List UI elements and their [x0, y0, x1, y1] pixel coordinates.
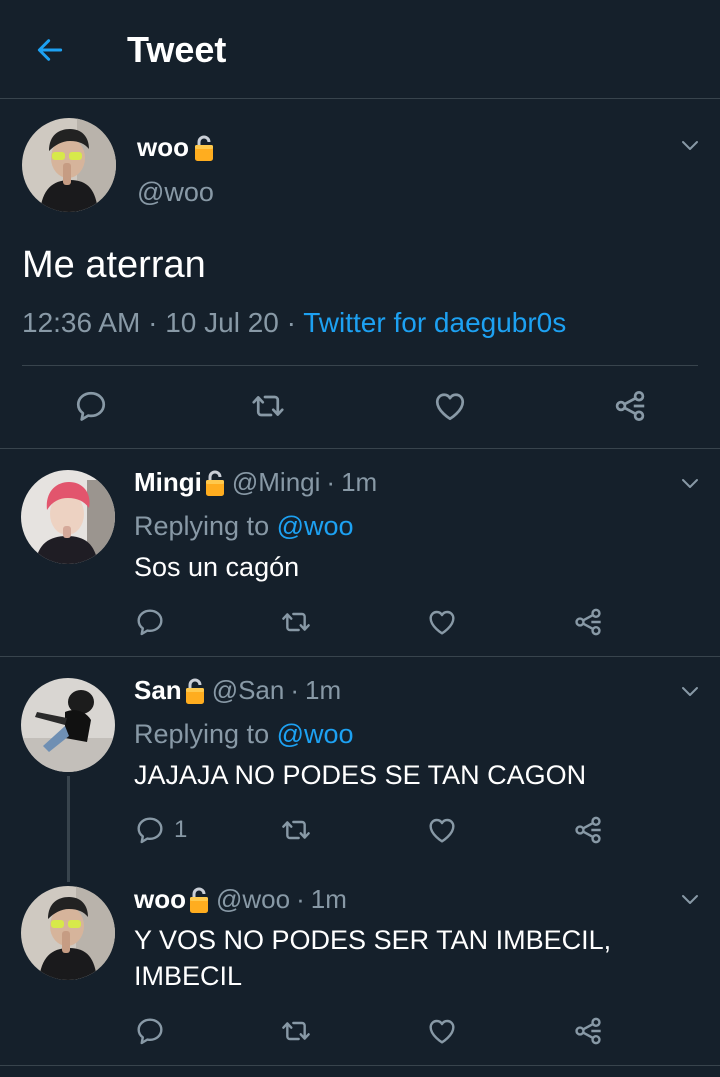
reply-text: JAJAJA NO PODES SE TAN CAGON: [134, 760, 587, 790]
share-button[interactable]: [572, 606, 604, 638]
meta-separator: ·: [286, 307, 296, 338]
arrow-left-icon: [37, 39, 63, 61]
like-icon: [432, 388, 468, 424]
reply-icon: [134, 1015, 166, 1047]
replying-to-link[interactable]: @woo: [277, 719, 354, 749]
reply-button[interactable]: [73, 388, 109, 424]
reply-icon: [134, 606, 166, 638]
author-handle[interactable]: @woo: [137, 177, 214, 208]
retweet-icon: [279, 814, 313, 846]
reply-author-line[interactable]: woo @woo · 1m: [134, 884, 347, 915]
chevron-down-icon[interactable]: [678, 679, 702, 703]
chevron-down-icon[interactable]: [678, 133, 702, 157]
replying-to-link[interactable]: @woo: [277, 511, 354, 541]
share-button[interactable]: [572, 1015, 604, 1047]
share-icon: [572, 1015, 604, 1047]
name-separator: ·: [290, 675, 300, 705]
top-bar: Tweet: [0, 0, 720, 99]
replying-to: Replying to @woo: [134, 511, 354, 542]
replying-label: Replying to: [134, 719, 270, 749]
like-button[interactable]: [426, 814, 458, 846]
avatar[interactable]: [21, 470, 115, 564]
reply-author-line[interactable]: Mingi @Mingi · 1m: [134, 467, 377, 498]
like-button[interactable]: [426, 606, 458, 638]
retweet-button[interactable]: [279, 814, 313, 846]
reply-text: Y VOS NO PODES SER TAN IMBECIL, IMBECIL: [134, 925, 612, 991]
reply-icon: [73, 388, 109, 424]
chevron-down-icon[interactable]: [678, 471, 702, 495]
reply-author-name: San: [134, 675, 182, 705]
divider: [22, 365, 698, 366]
reply-author-name: woo: [134, 884, 186, 914]
lock-icon: [193, 133, 215, 163]
retweet-button[interactable]: [279, 1015, 313, 1047]
name-separator: ·: [326, 467, 336, 497]
like-icon: [426, 814, 458, 846]
retweet-button[interactable]: [279, 606, 313, 638]
reply-author-handle: @woo: [216, 884, 291, 914]
reply-time: 1m: [310, 884, 347, 914]
chevron-down-icon[interactable]: [678, 887, 702, 911]
divider: [0, 1065, 720, 1066]
reply-button[interactable]: [134, 606, 174, 638]
avatar[interactable]: [22, 118, 116, 212]
tweet-time: 12:36 AM: [22, 307, 141, 338]
divider: [0, 448, 720, 449]
reply-time: 1m: [305, 675, 342, 705]
like-icon: [426, 606, 458, 638]
tweet-text: Me aterran: [22, 244, 206, 286]
share-icon: [612, 388, 648, 424]
tweet-date: 10 Jul 20: [165, 307, 279, 338]
reply-button[interactable]: 1: [134, 814, 187, 846]
tweet-meta: 12:36 AM · 10 Jul 20 · Twitter for daegu…: [22, 307, 566, 339]
reply-icon: [134, 814, 166, 846]
like-button[interactable]: [426, 1015, 458, 1047]
lock-icon: [204, 468, 226, 498]
reply-author-line[interactable]: San @San · 1m: [134, 675, 341, 706]
tweet-source-link[interactable]: Twitter for daegubr0s: [303, 307, 566, 338]
retweet-icon: [279, 606, 313, 638]
reply-text: Sos un cagón: [134, 552, 300, 582]
page-title: Tweet: [127, 29, 227, 70]
share-icon: [572, 814, 604, 846]
reply-author-handle: @Mingi: [231, 467, 321, 497]
retweet-button[interactable]: [249, 388, 287, 424]
lock-icon: [184, 676, 206, 706]
share-button[interactable]: [572, 814, 604, 846]
share-button[interactable]: [612, 388, 648, 424]
author-name[interactable]: woo: [137, 132, 215, 163]
name-separator: ·: [296, 884, 305, 914]
retweet-icon: [279, 1015, 313, 1047]
avatar[interactable]: [21, 678, 115, 772]
share-icon: [572, 606, 604, 638]
reply-author-name: Mingi: [134, 467, 202, 497]
thread-connector: [67, 776, 70, 882]
reply-count: 1: [174, 816, 188, 843]
reply-author-handle: @San: [211, 675, 285, 705]
reply-time: 1m: [341, 467, 378, 497]
avatar[interactable]: [21, 886, 115, 980]
author-display-name: woo: [137, 132, 189, 162]
reply-button[interactable]: [134, 1015, 174, 1047]
like-icon: [426, 1015, 458, 1047]
retweet-icon: [249, 388, 287, 424]
like-button[interactable]: [432, 388, 468, 424]
divider: [0, 656, 720, 657]
replying-label: Replying to: [134, 511, 270, 541]
meta-separator: ·: [148, 307, 158, 338]
lock-icon: [188, 885, 210, 915]
back-button[interactable]: [30, 30, 70, 70]
replying-to: Replying to @woo: [134, 719, 354, 750]
